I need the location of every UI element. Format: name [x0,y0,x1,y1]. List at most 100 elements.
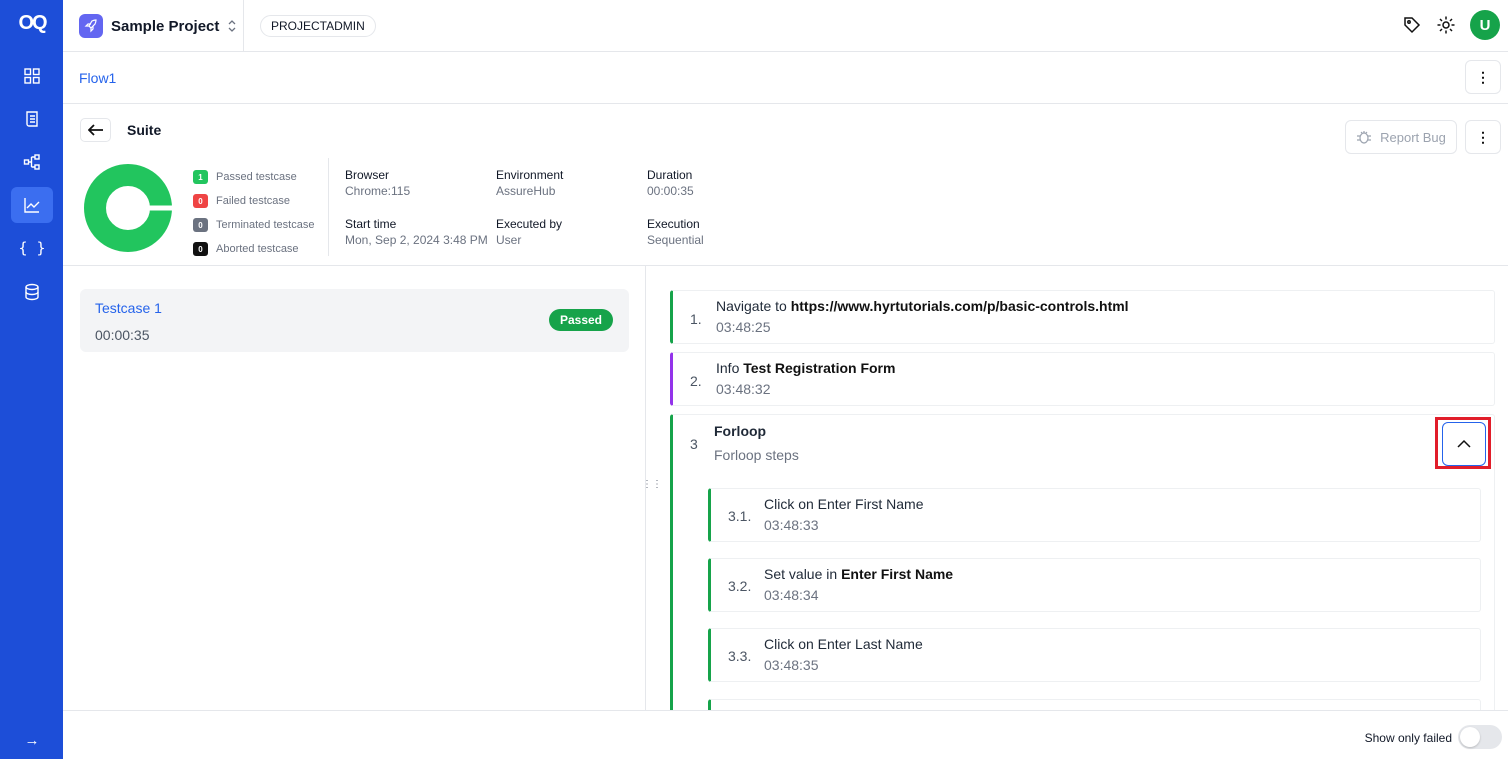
aborted-count-badge: 0 [193,242,208,256]
meta-executed-by: Executed by User [496,217,562,247]
step-number: 3.3. [728,648,752,664]
step-target: Enter First Name [841,566,954,582]
step-action: Info [716,360,744,376]
step-time: 03:48:33 [764,517,819,533]
legend-label: Passed testcase [216,171,297,183]
meta-label: Executed by [496,217,563,231]
tag-icon[interactable] [1402,15,1422,35]
step-time: 03:48:35 [764,657,819,673]
step-action: Set value in [764,566,842,582]
bug-icon [1357,131,1372,144]
step-target: https://www.hyrtutorials.com/p/basic-con… [790,298,1129,314]
meta-value: 00:00:35 [647,184,694,198]
project-selector[interactable]: Sample Project [79,13,237,39]
divider [243,0,244,51]
step-item: 1. Navigate to https://www.hyrtutorials.… [670,290,1495,344]
substep-item: 3.3. Click on Enter Last Name 03:48:35 [708,628,1481,682]
meta-browser: Browser Chrome:115 [345,168,410,198]
step-action: Click on Enter Last Name [764,636,923,652]
step-action: Navigate to [716,298,791,314]
legend-failed: 0 Failed testcase [193,189,314,213]
flow-bar: Flow1 ⋮ [63,52,1508,104]
meta-value: Mon, Sep 2, 2024 3:48 PM [345,233,488,247]
toggle-knob [1460,727,1480,747]
database-icon[interactable] [11,274,53,310]
arrow-left-icon [87,124,103,136]
step-time: 03:48:34 [764,587,819,603]
meta-value: AssureHub [496,184,556,198]
expand-sidebar-icon[interactable]: → [11,722,53,758]
testcase-name[interactable]: Testcase 1 [95,300,162,316]
step-time: 03:48:32 [716,381,771,397]
gear-icon[interactable] [1436,15,1456,35]
failed-count-badge: 0 [193,194,208,208]
show-only-failed-label: Show only failed [1364,731,1452,745]
legend-passed: 1 Passed testcase [193,165,314,189]
step-number: 3.2. [728,578,752,594]
meta-duration: Duration 00:00:35 [647,168,694,198]
step-action: Click on Enter First Name [764,496,924,512]
forloop-subtitle: Forloop steps [714,447,799,463]
flow-nodes-icon[interactable] [11,144,53,180]
meta-value: Chrome:115 [345,184,411,198]
meta-execution: Execution Sequential [647,217,704,247]
chevron-updown-icon [228,20,236,32]
step-text: Click on Enter Last Name [764,636,923,652]
flow-menu-button[interactable]: ⋮ [1465,60,1501,94]
step-number: 2. [690,373,702,389]
terminated-count-badge: 0 [193,218,208,232]
legend-label: Aborted testcase [216,243,299,255]
app-logo[interactable]: OQ [14,12,50,36]
legend-label: Terminated testcase [216,219,315,231]
scroll-test-icon[interactable] [11,101,53,137]
curly-braces-icon[interactable]: { } [11,230,53,266]
rocket-icon [79,14,103,38]
show-only-failed-toggle[interactable] [1458,725,1502,749]
step-number: 1. [690,311,702,327]
legend-label: Failed testcase [216,195,290,207]
sidebar: OQ { } → [0,0,63,759]
top-bar: Sample Project PROJECTADMIN U [63,0,1508,52]
meta-value: Sequential [647,233,704,247]
step-number: 3 [690,436,698,452]
forloop-step: 3 Forloop Forloop steps 3.1. Click on En… [670,414,1495,710]
back-button[interactable] [80,118,111,142]
substep-item: 3.1. Click on Enter First Name 03:48:33 [708,488,1481,542]
legend-aborted: 0 Aborted testcase [193,237,314,261]
project-name: Sample Project [111,17,220,35]
status-badge: Passed [548,309,613,331]
step-text: Info Test Registration Form [716,360,895,376]
meta-label: Execution [647,217,700,231]
meta-label: Duration [647,168,693,182]
step-list: 1. Navigate to https://www.hyrtutorials.… [646,266,1508,710]
meta-environment: Environment AssureHub [496,168,563,198]
forloop-title: Forloop [714,423,767,439]
substep-item [708,699,1481,710]
bottom-bar: Show only failed [63,710,1508,759]
meta-label: Browser [345,168,390,182]
suite-title: Suite [127,122,162,138]
meta-start-time: Start time Mon, Sep 2, 2024 3:48 PM [345,217,488,247]
testcase-card[interactable]: Testcase 1 00:00:35 Passed [80,289,629,352]
step-target: Test Registration Form [743,360,896,376]
meta-label: Start time [345,217,397,231]
result-donut-chart [84,164,173,252]
collapse-button[interactable] [1442,422,1486,466]
flow-title[interactable]: Flow1 [79,70,116,86]
step-text: Navigate to https://www.hyrtutorials.com… [716,298,1129,314]
substep-item: 3.2. Set value in Enter First Name 03:48… [708,558,1481,612]
testcase-duration: 00:00:35 [95,327,150,343]
step-item: 2. Info Test Registration Form 03:48:32 [670,352,1495,406]
legend: 1 Passed testcase 0 Failed testcase 0 Te… [193,165,314,261]
avatar[interactable]: U [1470,10,1500,40]
report-bug-button[interactable]: Report Bug [1345,120,1457,154]
step-text: Click on Enter First Name [764,496,923,512]
meta-value: User [496,233,522,247]
suite-menu-button[interactable]: ⋮ [1465,120,1501,154]
donut-gap [149,205,173,211]
step-text: Set value in Enter First Name [764,566,953,582]
chart-line-icon[interactable] [11,187,53,223]
legend-terminated: 0 Terminated testcase [193,213,314,237]
dashboard-grid-icon[interactable] [11,58,53,94]
step-number: 3.1. [728,508,752,524]
